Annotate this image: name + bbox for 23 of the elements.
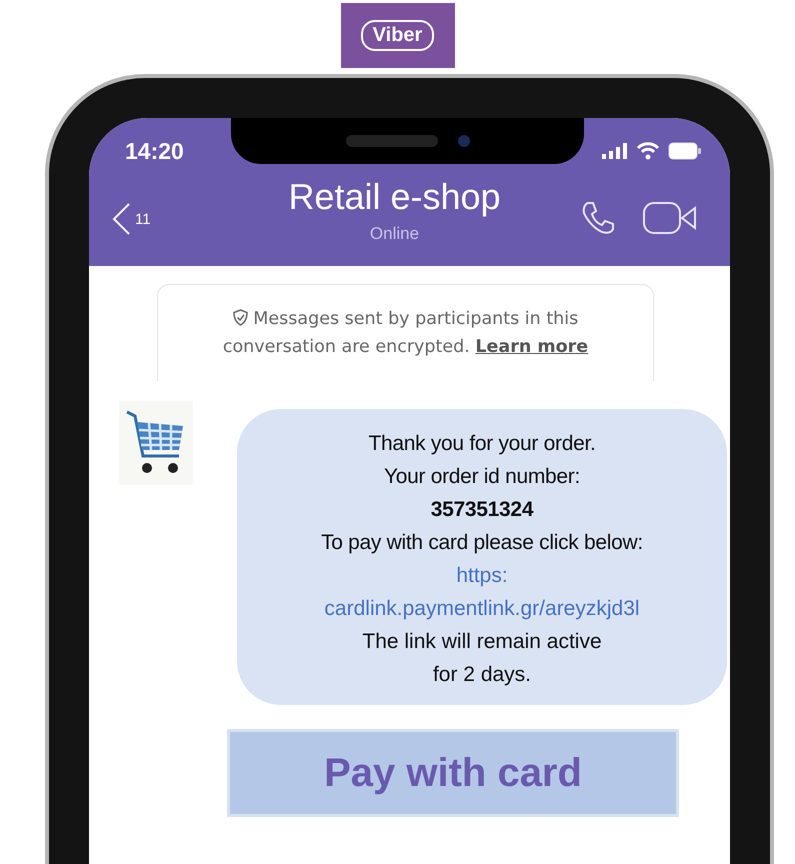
payment-link[interactable]: https: bbox=[456, 559, 508, 592]
order-number: 357351324 bbox=[430, 497, 534, 523]
message-text: Thank you for your order. bbox=[368, 431, 596, 457]
pay-with-card-button[interactable]: Pay with card bbox=[227, 729, 679, 817]
encryption-text: Messages sent by participants in this conversation are encrypted. Learn more bbox=[222, 308, 590, 359]
message-text: The link will remain active bbox=[362, 629, 602, 655]
wifi-icon bbox=[636, 142, 660, 160]
status-time: 14:20 bbox=[125, 138, 184, 164]
message-text: To pay with card please click below: bbox=[321, 530, 643, 556]
chat-title: Retail e-shop bbox=[287, 176, 502, 218]
logo-text: Viber bbox=[360, 20, 434, 51]
learn-more-link[interactable]: Learn more bbox=[475, 337, 588, 357]
battery-icon bbox=[668, 142, 702, 160]
phone-icon[interactable] bbox=[580, 200, 616, 236]
signal-icon bbox=[602, 143, 628, 159]
message-text: Your order id number: bbox=[384, 464, 580, 490]
online-status: Online bbox=[368, 224, 420, 244]
back-chevron-icon[interactable] bbox=[111, 202, 131, 236]
payment-link[interactable]: cardlink.paymentlink.gr/areyzkjd3l bbox=[324, 592, 640, 625]
back-button[interactable]: 11 bbox=[89, 184, 209, 236]
shield-icon bbox=[232, 309, 248, 326]
message-text: for 2 days. bbox=[432, 662, 532, 688]
video-call-icon[interactable] bbox=[642, 200, 698, 236]
